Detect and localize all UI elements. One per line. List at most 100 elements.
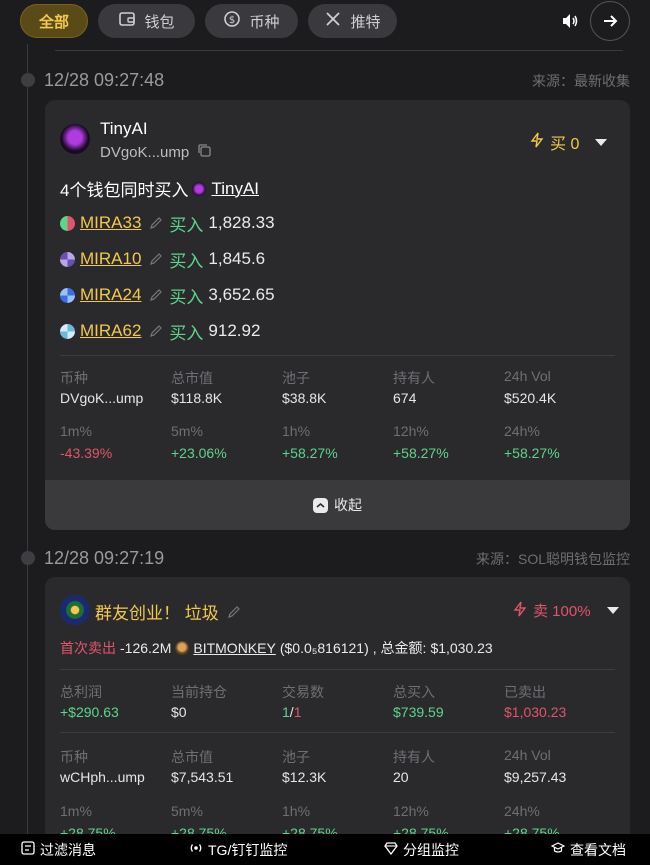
arrow-right-icon[interactable] xyxy=(590,1,630,41)
headline-text: 4个钱包同时买入 xyxy=(60,181,189,200)
stat-label: 1m% xyxy=(60,423,92,439)
filter-wallet-button[interactable]: 钱包 xyxy=(98,4,195,38)
wallet-amount: 3,652.65 xyxy=(208,285,275,304)
trader-price: ($0.0₅816121) xyxy=(279,640,369,656)
stat-value: $12.3K xyxy=(282,769,327,785)
filter-square-icon xyxy=(21,841,35,858)
stat-coin: 币种 wCHph...ump xyxy=(60,747,170,785)
stat-label: 已卖出 xyxy=(504,684,546,700)
trader-link[interactable]: BITMONKEY xyxy=(193,640,275,656)
stat-volume: 24h Vol $520.4K xyxy=(504,368,614,406)
stat-label: 当前持仓 xyxy=(171,684,227,700)
stat-label: 24h% xyxy=(504,803,540,819)
docs-label: 查看文档 xyxy=(570,841,626,858)
bottom-toolbar: 过滤消息 TG/钉钉监控 分组监控 查看文档 xyxy=(0,834,650,865)
wallet-avatar xyxy=(60,287,75,303)
filter-all-button[interactable]: 全部 xyxy=(20,4,88,38)
top-divider xyxy=(55,50,623,51)
tg-monitor-label: TG/钉钉监控 xyxy=(208,841,288,858)
tg-monitor-button[interactable]: TG/钉钉监控 xyxy=(189,834,287,865)
trades-buy-count: 1 xyxy=(282,704,290,720)
wallet-row: MIRA62 买入 912.92 xyxy=(60,319,260,343)
stat-value: 20 xyxy=(393,769,409,785)
stat-label: 1h% xyxy=(282,423,311,439)
filter-twitter-button[interactable]: 推特 xyxy=(308,4,397,38)
event-card: TinyAI DVgoK...ump 买 0 4个钱包同时买入 TinyAI M… xyxy=(45,100,630,530)
wallet-name-link[interactable]: MIRA33 xyxy=(80,213,141,233)
dollar-coin-icon: $ xyxy=(223,10,241,32)
filter-coin-button[interactable]: $ 币种 xyxy=(205,4,298,38)
stat-label: 5m% xyxy=(171,423,203,439)
stat-label: 12h% xyxy=(393,423,429,439)
edit-icon[interactable] xyxy=(149,288,163,302)
wallet-row: MIRA24 买入 3,652.65 xyxy=(60,283,275,307)
stat-change-5m: 5m% +23.06% xyxy=(171,423,281,461)
stat-total-profit: 总利润 +$290.63 xyxy=(60,682,170,720)
collapse-button[interactable]: 收起 xyxy=(45,480,630,530)
stat-value: $520.4K xyxy=(504,390,557,406)
diamond-icon xyxy=(384,841,398,858)
buy-count-label: 买 0 xyxy=(550,136,580,153)
stat-label: 总利润 xyxy=(60,684,102,700)
stat-label: 5m% xyxy=(171,803,203,819)
stat-change-1m: 1m% +28.75% xyxy=(60,803,170,834)
edit-icon[interactable] xyxy=(149,216,163,230)
stat-trades: 交易数 1/1 xyxy=(282,682,392,720)
card-divider xyxy=(60,732,615,733)
graduation-cap-icon xyxy=(550,841,566,858)
stat-label: 池子 xyxy=(282,370,310,386)
stat-value: +23.06% xyxy=(171,445,227,461)
stat-value: +58.27% xyxy=(282,445,338,461)
stat-total-buy: 总买入 $739.59 xyxy=(393,682,503,720)
wallet-avatar xyxy=(60,215,75,231)
token-name: 群友创业！ 垃圾 xyxy=(95,599,247,624)
stat-value: $7,543.51 xyxy=(171,769,234,785)
stat-label: 币种 xyxy=(60,370,88,386)
docs-button[interactable]: 查看文档 xyxy=(550,834,626,865)
wallet-name-link[interactable]: MIRA62 xyxy=(80,321,141,341)
buy-count-badge[interactable]: 买 0 xyxy=(530,130,608,154)
svg-text:$: $ xyxy=(229,15,235,26)
copy-icon[interactable] xyxy=(197,143,212,162)
wallet-name-link[interactable]: MIRA24 xyxy=(80,285,141,305)
stat-value: +28.75% xyxy=(393,825,449,834)
first-sell-tag: 首次卖出 xyxy=(60,640,116,656)
broadcast-icon xyxy=(189,841,203,858)
event-source: 来源：SOL聪明钱包监控 xyxy=(475,551,630,567)
headline-token-link[interactable]: TinyAI xyxy=(211,179,259,199)
filter-messages-button[interactable]: 过滤消息 xyxy=(21,834,96,865)
event-source: 来源：最新收集 xyxy=(532,73,630,89)
wallet-name-link[interactable]: MIRA10 xyxy=(80,249,141,269)
wallet-action: 买入 xyxy=(169,215,204,235)
stat-value: +28.75% xyxy=(504,825,560,834)
group-monitor-button[interactable]: 分组监控 xyxy=(384,834,459,865)
filter-all-label: 全部 xyxy=(38,13,69,31)
lightning-icon xyxy=(513,601,527,621)
stat-market-cap: 总市值 $118.8K xyxy=(171,368,281,406)
edit-icon[interactable] xyxy=(149,324,163,338)
stat-change-5m: 5m% +28.75% xyxy=(171,803,281,834)
stat-label: 24h Vol xyxy=(504,747,551,763)
stat-position: 当前持仓 $0 xyxy=(171,682,281,720)
stat-label: 总市值 xyxy=(171,370,213,386)
wallet-amount: 912.92 xyxy=(208,321,261,340)
filter-messages-label: 过滤消息 xyxy=(40,841,96,858)
filter-coin-label: 币种 xyxy=(249,13,280,31)
token-address: DVgoK...ump xyxy=(100,143,212,162)
edit-icon[interactable] xyxy=(149,252,163,266)
stat-value: wCHph...ump xyxy=(60,769,145,785)
token-name: TinyAI xyxy=(100,119,148,138)
token-address-text: DVgoK...ump xyxy=(100,144,190,161)
group-monitor-label: 分组监控 xyxy=(403,841,459,858)
filter-wallet-label: 钱包 xyxy=(144,13,175,31)
stat-value: $38.8K xyxy=(282,390,327,406)
stat-value: +$290.63 xyxy=(60,704,119,720)
stat-value: +28.75% xyxy=(282,825,338,834)
sell-badge[interactable]: 卖 100% xyxy=(513,600,619,621)
chevron-down-icon[interactable] xyxy=(606,607,619,614)
edit-icon[interactable] xyxy=(227,605,241,619)
sell-percent-label: 卖 100% xyxy=(533,603,591,620)
chevron-down-icon[interactable] xyxy=(595,138,608,146)
speaker-icon[interactable] xyxy=(558,10,582,32)
filter-twitter-label: 推特 xyxy=(350,13,381,31)
